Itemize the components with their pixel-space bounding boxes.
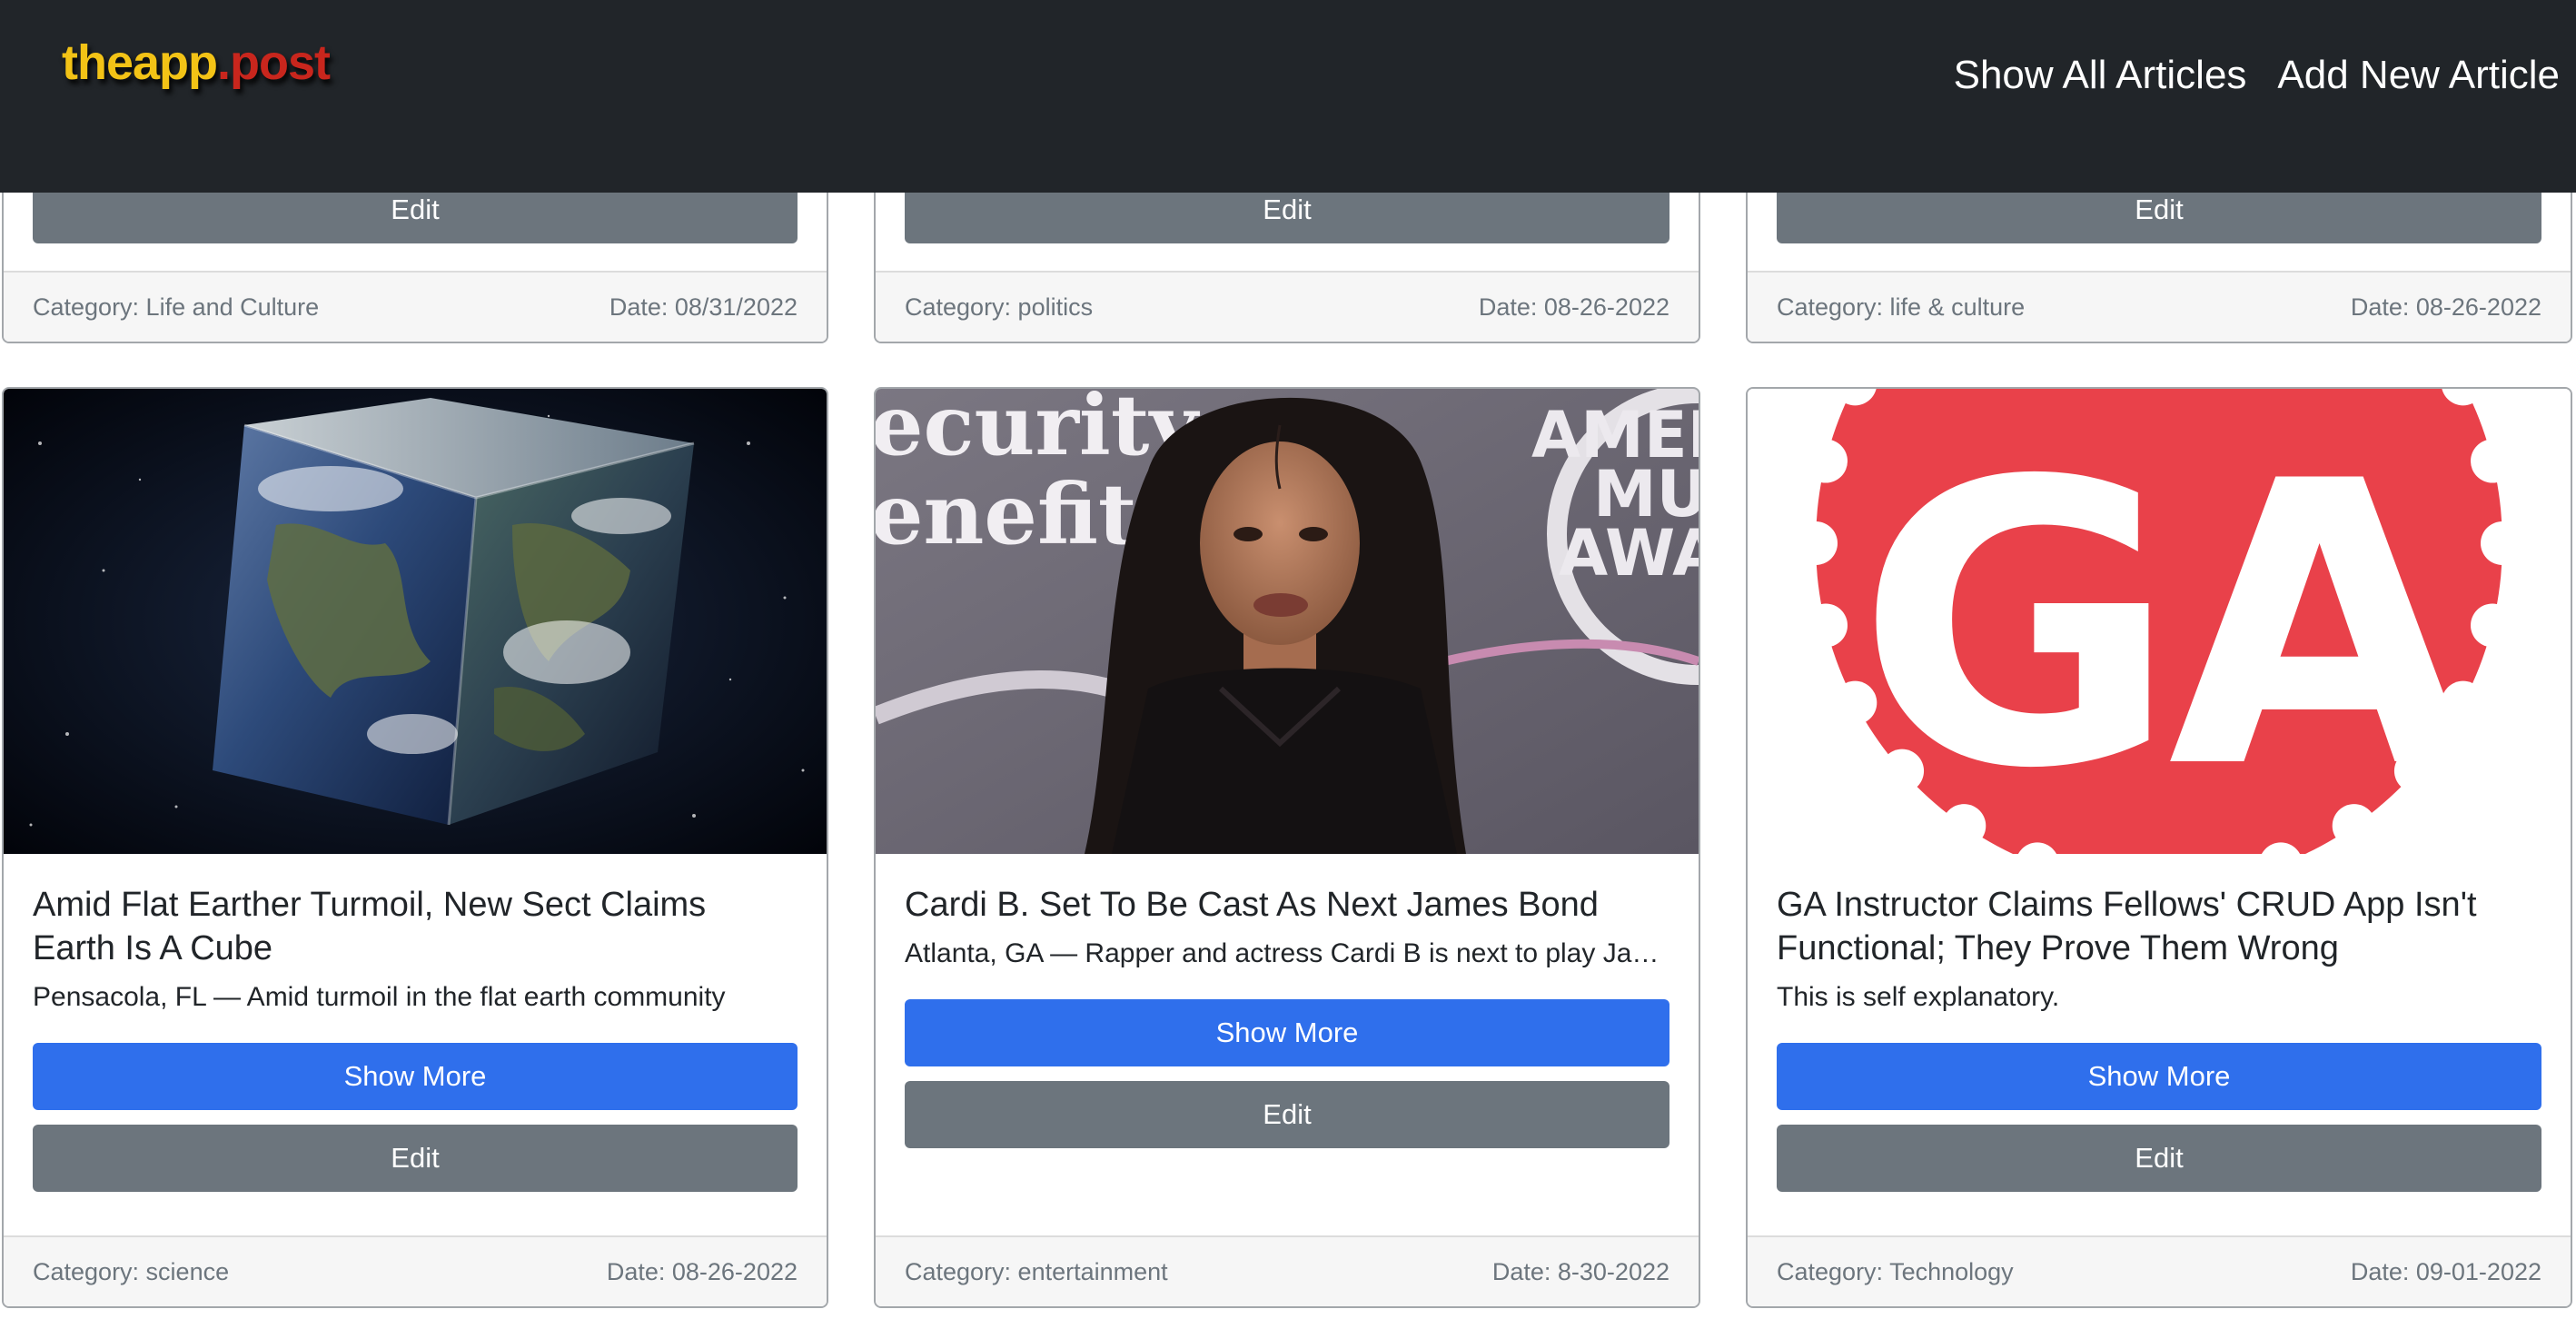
date-label: Date: 08-26-2022 (2350, 293, 2541, 321)
date-label: Date: 09-01-2022 (2350, 1257, 2541, 1285)
card-footer: Category: science Date: 08-26-2022 (4, 1235, 827, 1306)
date-label: Date: 08/31/2022 (609, 293, 798, 321)
category-label: Category: politics (905, 293, 1094, 321)
article-card: GA GA Instructor Claims Fellows' CRUD Ap… (1746, 387, 2572, 1308)
svg-text:GA: GA (1857, 400, 2473, 854)
card-body: Amid Flat Earther Turmoil, New Sect Clai… (33, 883, 798, 1192)
article-card: Amid Flat Earther Turmoil, New Sect Clai… (2, 387, 828, 1308)
show-more-button[interactable]: Show More (1777, 1043, 2541, 1110)
logo-text-primary: theapp (62, 35, 218, 90)
date-label: Date: 08-26-2022 (606, 1257, 798, 1285)
article-card: ecurity enefit AMER MUS AWA (874, 387, 1700, 1308)
show-more-button[interactable]: Show More (905, 999, 1669, 1066)
site-logo[interactable]: theapp.post (62, 35, 331, 91)
svg-text:ecurity: ecurity (876, 389, 1200, 474)
svg-text:enefit: enefit (876, 465, 1137, 563)
edit-button[interactable]: Edit (33, 1125, 798, 1192)
navbar: theapp.post Show All Articles Add New Ar… (0, 0, 2576, 193)
card-body: GA Instructor Claims Fellows' CRUD App I… (1777, 883, 2541, 1192)
show-more-button[interactable]: Show More (33, 1043, 798, 1110)
nav-show-all-articles[interactable]: Show All Articles (1954, 53, 2247, 98)
article-snippet: Atlanta, GA — Rapper and actress Cardi B… (905, 938, 1669, 968)
card-footer: Category: Life and Culture Date: 08/31/2… (4, 271, 827, 342)
cardi-b-photo: ecurity enefit AMER MUS AWA (876, 389, 1699, 854)
category-label: Category: Technology (1777, 1257, 2014, 1285)
ga-logo-image: GA (1748, 389, 2571, 854)
category-label: Category: entertainment (905, 1257, 1168, 1285)
edit-button[interactable]: Edit (1777, 1125, 2541, 1192)
article-snippet: This is self explanatory. (1777, 982, 2060, 1012)
nav-add-new-article[interactable]: Add New Article (2277, 53, 2560, 98)
edit-button[interactable]: Edit (905, 1081, 1669, 1148)
card-footer: Category: Technology Date: 09-01-2022 (1748, 1235, 2571, 1306)
card-footer: Category: life & culture Date: 08-26-202… (1748, 271, 2571, 342)
article-title: Cardi B. Set To Be Cast As Next James Bo… (905, 886, 1599, 924)
nav-links: Show All Articles Add New Article (1954, 53, 2560, 98)
article-title: Amid Flat Earther Turmoil, New Sect Clai… (33, 886, 707, 967)
category-label: Category: science (33, 1257, 230, 1285)
earth-cube-image (4, 389, 827, 854)
card-body: Cardi B. Set To Be Cast As Next James Bo… (905, 883, 1669, 1148)
logo-text-accent: .post (217, 35, 331, 90)
card-footer: Category: politics Date: 08-26-2022 (876, 271, 1699, 342)
category-label: Category: Life and Culture (33, 293, 320, 321)
date-label: Date: 8-30-2022 (1491, 1257, 1669, 1285)
article-title: GA Instructor Claims Fellows' CRUD App I… (1777, 886, 2477, 967)
svg-text:AWA: AWA (1559, 516, 1699, 590)
date-label: Date: 08-26-2022 (1478, 293, 1669, 321)
card-footer: Category: entertainment Date: 8-30-2022 (876, 1235, 1699, 1306)
category-label: Category: life & culture (1777, 293, 2026, 321)
article-snippet: Pensacola, FL — Amid turmoil in the flat… (33, 982, 726, 1012)
